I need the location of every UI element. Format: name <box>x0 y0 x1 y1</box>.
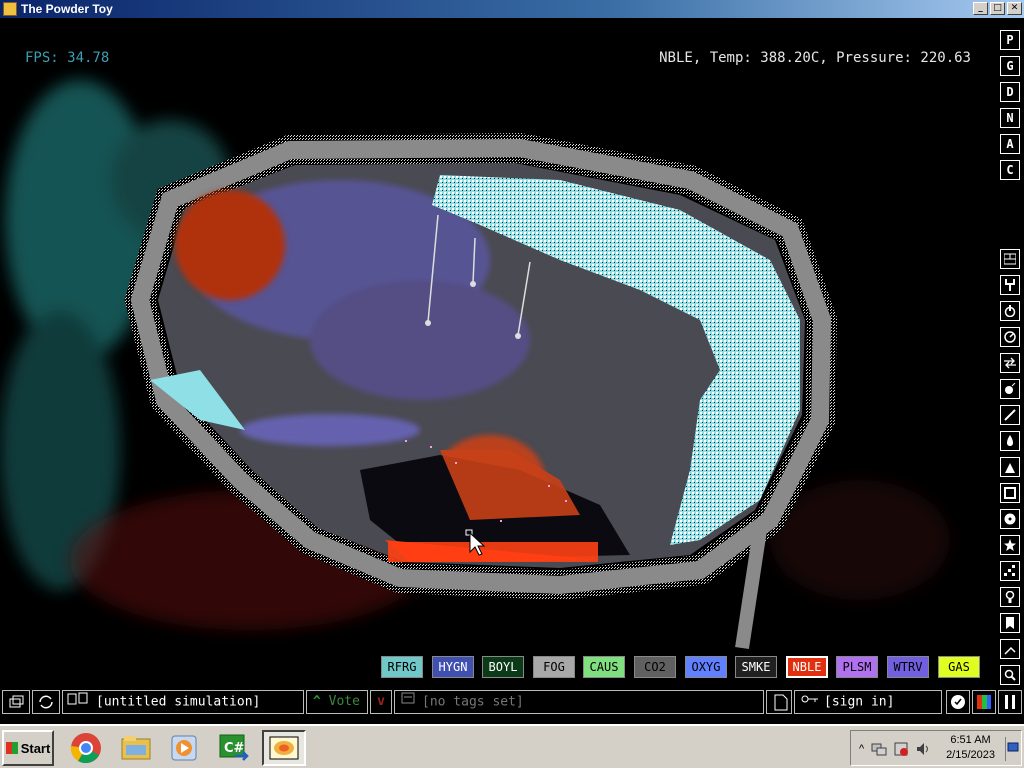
reload-button[interactable] <box>32 690 60 714</box>
thumbs-down-icon: v <box>377 694 385 709</box>
tools-icon[interactable] <box>1000 587 1020 607</box>
save-name-field[interactable]: [untitled simulation] <box>62 690 304 714</box>
clock-time: 6:51 AM <box>950 734 991 746</box>
action-center-icon[interactable] <box>893 741 909 757</box>
new-simulation-button[interactable] <box>766 690 792 714</box>
tag-icon <box>401 691 417 713</box>
save-name: [untitled simulation] <box>96 694 261 710</box>
powder-toy-icon[interactable] <box>262 730 306 766</box>
vote-down-button[interactable]: v <box>370 690 392 714</box>
deco-letter-button[interactable]: D <box>1000 82 1020 102</box>
network-icon[interactable] <box>871 741 887 757</box>
save-icon <box>67 691 91 713</box>
liquids-icon[interactable] <box>1000 431 1020 451</box>
radioactive-icon[interactable] <box>1000 509 1020 529</box>
show-hidden-icons-icon[interactable]: ^ <box>859 743 864 755</box>
element-button-gas[interactable]: GAS <box>938 656 980 678</box>
clock[interactable]: 6:51 AM 2/15/2023 <box>946 733 995 763</box>
start-button[interactable]: Start <box>2 730 54 766</box>
search-icon[interactable] <box>1000 665 1020 685</box>
taskbar: Start C# ^ 6:51 AM 2/15/2023 <box>0 724 1024 768</box>
pause-button[interactable] <box>998 690 1022 714</box>
element-button-plsm[interactable]: PLSM <box>836 656 878 678</box>
sensors-icon[interactable] <box>1000 327 1020 347</box>
start-label: Start <box>20 740 51 756</box>
powered-icon[interactable] <box>1000 301 1020 321</box>
bottom-bar: [untitled simulation] ^ Vote v [no tags … <box>0 690 1024 714</box>
minimize-button[interactable]: _ <box>973 2 988 15</box>
chrome-icon[interactable] <box>64 730 108 766</box>
pause-sim-letter-button[interactable]: P <box>1000 30 1020 50</box>
app-icon <box>3 2 17 16</box>
clock-date: 2/15/2023 <box>946 749 995 761</box>
favorites-icon[interactable] <box>1000 613 1020 633</box>
decoration-icon[interactable] <box>1000 639 1020 659</box>
system-tray: ^ 6:51 AM 2/15/2023 <box>850 730 1022 766</box>
life-icon[interactable] <box>1000 561 1020 581</box>
tags-text: [no tags set] <box>422 694 524 710</box>
element-button-wtrv[interactable]: WTRV <box>887 656 929 678</box>
special-icon[interactable] <box>1000 535 1020 555</box>
hover-info: NBLE, Temp: 388.20C, Pressure: 220.63 <box>659 50 971 66</box>
open-save-button[interactable] <box>2 690 30 714</box>
element-button-rfrg[interactable]: RFRG <box>381 656 423 678</box>
force-icon[interactable] <box>1000 353 1020 373</box>
solids-icon[interactable] <box>1000 483 1020 503</box>
simulation-canvas[interactable] <box>0 18 996 654</box>
window-title: The Powder Toy <box>21 2 113 16</box>
newtonian-letter-button[interactable]: N <box>1000 108 1020 128</box>
vote-label: Vote <box>328 694 360 709</box>
electronics-icon[interactable] <box>1000 275 1020 295</box>
powders-icon[interactable] <box>1000 457 1020 477</box>
settings-button[interactable] <box>946 690 970 714</box>
sign-in-label: [sign in] <box>824 694 895 710</box>
csharp-icon[interactable]: C# <box>212 730 256 766</box>
thumbs-up-icon: ^ <box>313 694 321 709</box>
element-button-fog[interactable]: FOG <box>533 656 575 678</box>
walls-icon[interactable] <box>1000 249 1020 269</box>
svg-text:C#: C# <box>224 741 245 756</box>
simulation-render <box>0 80 950 650</box>
maximize-button[interactable]: □ <box>990 2 1005 15</box>
gases-icon[interactable] <box>1000 405 1020 425</box>
vote-up-button[interactable]: ^ Vote <box>306 690 368 714</box>
explorer-icon[interactable] <box>114 730 158 766</box>
ambient-letter-button[interactable]: A <box>1000 134 1020 154</box>
show-desktop-button[interactable] <box>1005 737 1019 761</box>
windows-logo-icon <box>5 742 18 754</box>
tags-field[interactable]: [no tags set] <box>394 690 764 714</box>
sign-in-button[interactable]: [sign in] <box>794 690 942 714</box>
close-button[interactable]: ✕ <box>1007 2 1022 15</box>
element-button-nble[interactable]: NBLE <box>786 656 828 678</box>
console-letter-button[interactable]: C <box>1000 160 1020 180</box>
key-icon <box>801 691 819 713</box>
element-button-caus[interactable]: CAUS <box>583 656 625 678</box>
element-button-oxyg[interactable]: OXYG <box>685 656 727 678</box>
title-bar[interactable]: The Powder Toy _ □ ✕ <box>0 0 1024 18</box>
explosives-icon[interactable] <box>1000 379 1020 399</box>
volume-icon[interactable] <box>915 741 931 757</box>
element-button-boyl[interactable]: BOYL <box>482 656 524 678</box>
element-button-co2[interactable]: CO2 <box>634 656 676 678</box>
media-player-icon[interactable] <box>162 730 206 766</box>
display-mode-button[interactable] <box>972 690 996 714</box>
fps-counter: FPS: 34.78 <box>25 50 110 66</box>
element-button-hygn[interactable]: HYGN <box>432 656 474 678</box>
element-button-smke[interactable]: SMKE <box>735 656 777 678</box>
gravity-letter-button[interactable]: G <box>1000 56 1020 76</box>
